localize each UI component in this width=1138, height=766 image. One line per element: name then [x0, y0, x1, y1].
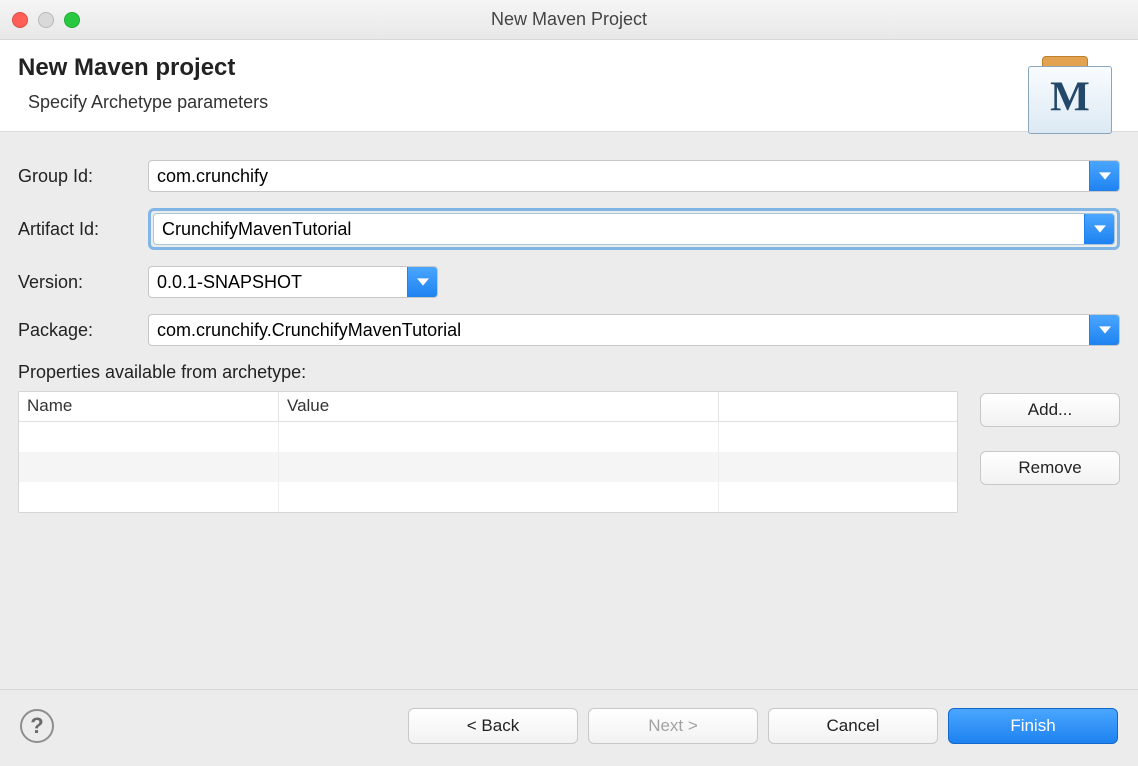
wizard-footer: ? < Back Next > Cancel Finish — [0, 689, 1138, 766]
chevron-down-icon[interactable] — [1089, 161, 1119, 191]
chevron-down-icon[interactable] — [1084, 214, 1114, 244]
chevron-down-icon[interactable] — [407, 267, 437, 297]
add-button[interactable]: Add... — [980, 393, 1120, 427]
form-area: Group Id: Artifact Id: — [0, 132, 1138, 527]
version-input[interactable] — [149, 267, 407, 297]
window-title: New Maven Project — [0, 9, 1138, 30]
group-id-combo[interactable] — [148, 160, 1120, 192]
finish-button[interactable]: Finish — [948, 708, 1118, 744]
col-header-name[interactable]: Name — [19, 392, 279, 421]
remove-button[interactable]: Remove — [980, 451, 1120, 485]
version-label: Version: — [18, 272, 138, 293]
version-combo[interactable] — [148, 266, 438, 298]
cancel-button[interactable]: Cancel — [768, 708, 938, 744]
window-controls — [12, 12, 80, 28]
package-input[interactable] — [149, 315, 1089, 345]
properties-table[interactable]: Name Value — [18, 391, 958, 513]
package-combo[interactable] — [148, 314, 1120, 346]
wizard-header: New Maven project Specify Archetype para… — [0, 40, 1138, 132]
table-row[interactable] — [19, 452, 957, 482]
artifact-id-input[interactable] — [154, 214, 1084, 244]
table-row[interactable] — [19, 482, 957, 512]
group-id-input[interactable] — [149, 161, 1089, 191]
artifact-id-combo[interactable] — [153, 213, 1115, 245]
next-button: Next > — [588, 708, 758, 744]
maven-icon: M — [1028, 56, 1112, 134]
titlebar: New Maven Project — [0, 0, 1138, 40]
package-label: Package: — [18, 320, 138, 341]
col-header-spacer — [719, 392, 957, 421]
page-subtitle: Specify Archetype parameters — [18, 92, 1120, 113]
back-button[interactable]: < Back — [408, 708, 578, 744]
properties-label: Properties available from archetype: — [18, 362, 1120, 383]
col-header-value[interactable]: Value — [279, 392, 719, 421]
maximize-window-button[interactable] — [64, 12, 80, 28]
group-id-label: Group Id: — [18, 166, 138, 187]
page-title: New Maven project — [18, 54, 1120, 82]
help-icon[interactable]: ? — [20, 709, 54, 743]
minimize-window-button[interactable] — [38, 12, 54, 28]
table-row[interactable] — [19, 422, 957, 452]
close-window-button[interactable] — [12, 12, 28, 28]
artifact-id-label: Artifact Id: — [18, 219, 138, 240]
chevron-down-icon[interactable] — [1089, 315, 1119, 345]
